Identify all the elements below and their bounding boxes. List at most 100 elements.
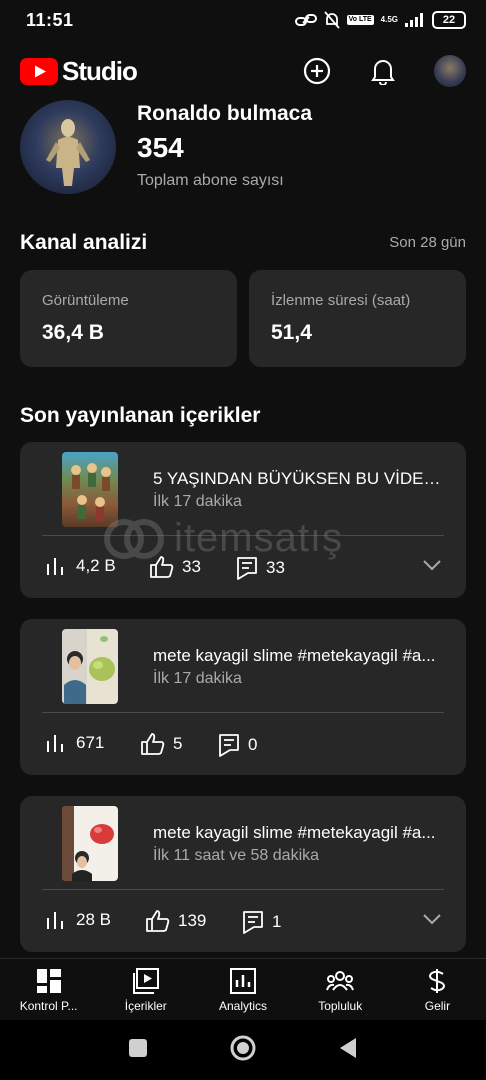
views-count: 28 B [76,910,111,929]
comments-count: 1 [272,912,282,931]
stat-value: 36,4 B [42,321,104,344]
account-avatar[interactable] [434,55,466,87]
nav-dashboard[interactable]: Kontrol P... [0,959,97,1020]
nav-label: Gelir [424,999,451,1013]
thumbnail-person-slime-icon [64,636,115,704]
battery-icon: 22 [432,11,466,29]
home-button[interactable] [230,1035,256,1066]
stat-value: 51,4 [271,321,312,344]
app-name: Studio [62,55,138,86]
analytics-icon [230,968,256,994]
video-time: İlk 17 dakika [153,493,242,510]
likes-count: 5 [173,734,183,753]
likes-count: 139 [178,911,207,930]
views-count: 671 [76,733,105,752]
system-navigation-bar [0,1020,486,1080]
analytics-range: Son 28 gün [389,234,466,251]
comment-icon [219,734,239,757]
channel-avatar-figure-icon [46,119,90,186]
video-title: mete kayagil slime #metekayagil #a... [153,646,436,665]
recents-button[interactable] [128,1038,148,1063]
comment-icon [237,557,257,580]
subscriber-label: Toplam abone sayısı [137,172,284,189]
bell-icon [371,60,395,85]
comments-metric: 1 [242,910,281,934]
chevron-down-icon [423,560,441,571]
mute-icon [323,11,340,29]
comments-metric: 33 [236,556,285,580]
video-title: mete kayagil slime #metekayagil #a... [153,823,436,842]
nav-content[interactable]: İçerikler [97,959,194,1020]
studio-logo[interactable]: Studio [20,55,138,87]
nav-label: Kontrol P... [19,999,78,1013]
video-thumbnail[interactable] [62,806,118,881]
thumbnail-figures-icon [71,463,111,521]
back-button[interactable] [338,1037,358,1064]
views-count: 4,2 B [76,556,116,575]
bar-chart-icon [47,912,63,929]
nav-community[interactable]: Topluluk [292,959,389,1020]
video-time: İlk 11 saat ve 58 dakika [153,847,320,864]
bottom-nav: Kontrol P... İçerikler Analytics Toplulu… [0,958,486,1020]
content-card[interactable]: mete kayagil slime #metekayagil #a... İl… [20,796,466,952]
thumbnail-person-slime-icon [62,806,114,881]
circle-icon [230,1035,256,1060]
content-card[interactable]: 5 YAŞINDAN BÜYÜKSEN BU VİDEO... İlk 17 d… [20,442,466,598]
bar-chart-icon [47,735,63,752]
comments-count: 0 [248,735,258,754]
nav-earn[interactable]: Gelir [389,959,486,1020]
comments-count: 33 [266,558,285,577]
recent-title: Son yayınlanan içerikler [20,404,261,427]
nav-label: Analytics [218,999,268,1013]
watch-time-card[interactable]: İzlenme süresi (saat) 51,4 [249,270,466,367]
nav-label: Topluluk [318,999,363,1013]
video-title: 5 YAŞINDAN BÜYÜKSEN BU VİDEO... [153,469,445,488]
views-card[interactable]: Görüntüleme 36,4 B [20,270,237,367]
stat-label: Görüntüleme [42,292,129,309]
nav-analytics[interactable]: Analytics [194,959,291,1020]
analytics-title: Kanal analizi [20,231,148,254]
likes-metric: 139 [146,910,206,932]
status-bar: 11:51 Vo LTE 4.5G 22 [0,0,486,40]
views-metric: 4,2 B [46,556,116,576]
divider [42,535,444,536]
channel-summary: Ronaldo bulmaca 354 Toplam abone sayısı [20,100,466,196]
comments-metric: 0 [218,733,257,757]
likes-metric: 5 [141,733,182,755]
comment-icon [243,911,263,934]
notifications-button[interactable] [368,56,398,86]
thumbs-up-icon [150,556,174,578]
expand-button[interactable] [422,912,442,930]
content-library-icon [132,968,159,994]
app-header: Studio [0,48,486,94]
add-circle-icon [303,57,331,85]
divider [42,712,444,713]
expand-button[interactable] [422,558,442,576]
likes-metric: 33 [150,556,201,578]
video-thumbnail[interactable] [62,452,118,527]
likes-count: 33 [182,557,201,576]
channel-avatar[interactable] [20,100,116,194]
link-icon [294,14,317,26]
network-type: 4.5G [380,15,398,24]
views-metric: 671 [46,733,104,753]
youtube-logo-icon [20,57,58,85]
video-thumbnail[interactable] [62,629,118,704]
divider [42,889,444,890]
bar-chart-icon [47,558,63,575]
signal-icon [405,13,423,27]
video-time: İlk 17 dakika [153,670,242,687]
content-card[interactable]: mete kayagil slime #metekayagil #a... İl… [20,619,466,775]
channel-name: Ronaldo bulmaca [137,102,313,125]
thumbs-up-icon [146,910,170,932]
lte-badge: Vo LTE [346,15,374,25]
community-icon [326,971,355,991]
nav-label: İçerikler [124,999,167,1013]
status-time: 11:51 [26,9,74,30]
subscriber-count: 354 [137,132,184,163]
status-icons: Vo LTE 4.5G 22 [294,11,466,29]
create-button[interactable] [302,56,332,86]
triangle-back-icon [340,1037,356,1058]
dollar-icon [429,969,446,993]
stat-label: İzlenme süresi (saat) [271,292,411,309]
